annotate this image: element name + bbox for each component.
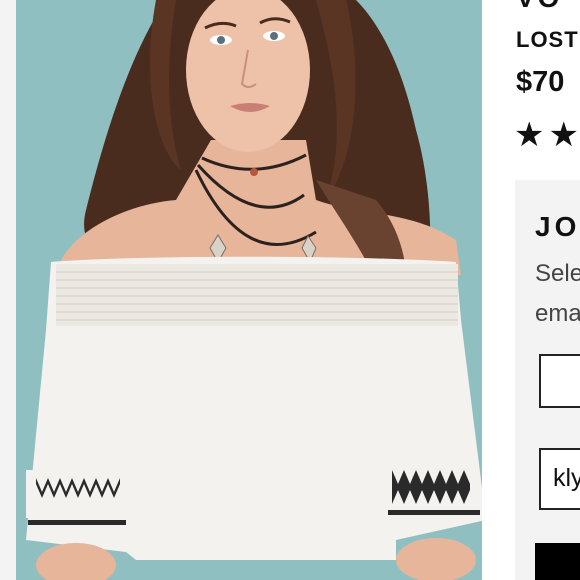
notify-panel-text-line1: Sele <box>535 260 580 287</box>
left-gutter <box>0 0 16 580</box>
notify-panel: JO Sele ema kly <box>515 180 580 580</box>
notify-submit-button[interactable] <box>535 543 580 580</box>
size-select[interactable] <box>539 354 580 408</box>
brand-name[interactable]: LOST <box>516 27 579 53</box>
email-field[interactable]: kly <box>539 448 580 510</box>
notify-panel-text-line2: ema <box>535 300 580 327</box>
rating-stars[interactable]: ★★ <box>514 118 580 152</box>
notify-panel-title: JO <box>535 211 580 242</box>
product-title: VO <box>516 0 562 14</box>
product-price: $70 <box>516 66 565 98</box>
product-photo[interactable] <box>16 0 482 580</box>
email-field-value: kly <box>553 464 580 492</box>
product-info: VO LOST $70 ★★ JO Sele ema kly <box>482 0 580 580</box>
model-illustration <box>16 0 482 580</box>
